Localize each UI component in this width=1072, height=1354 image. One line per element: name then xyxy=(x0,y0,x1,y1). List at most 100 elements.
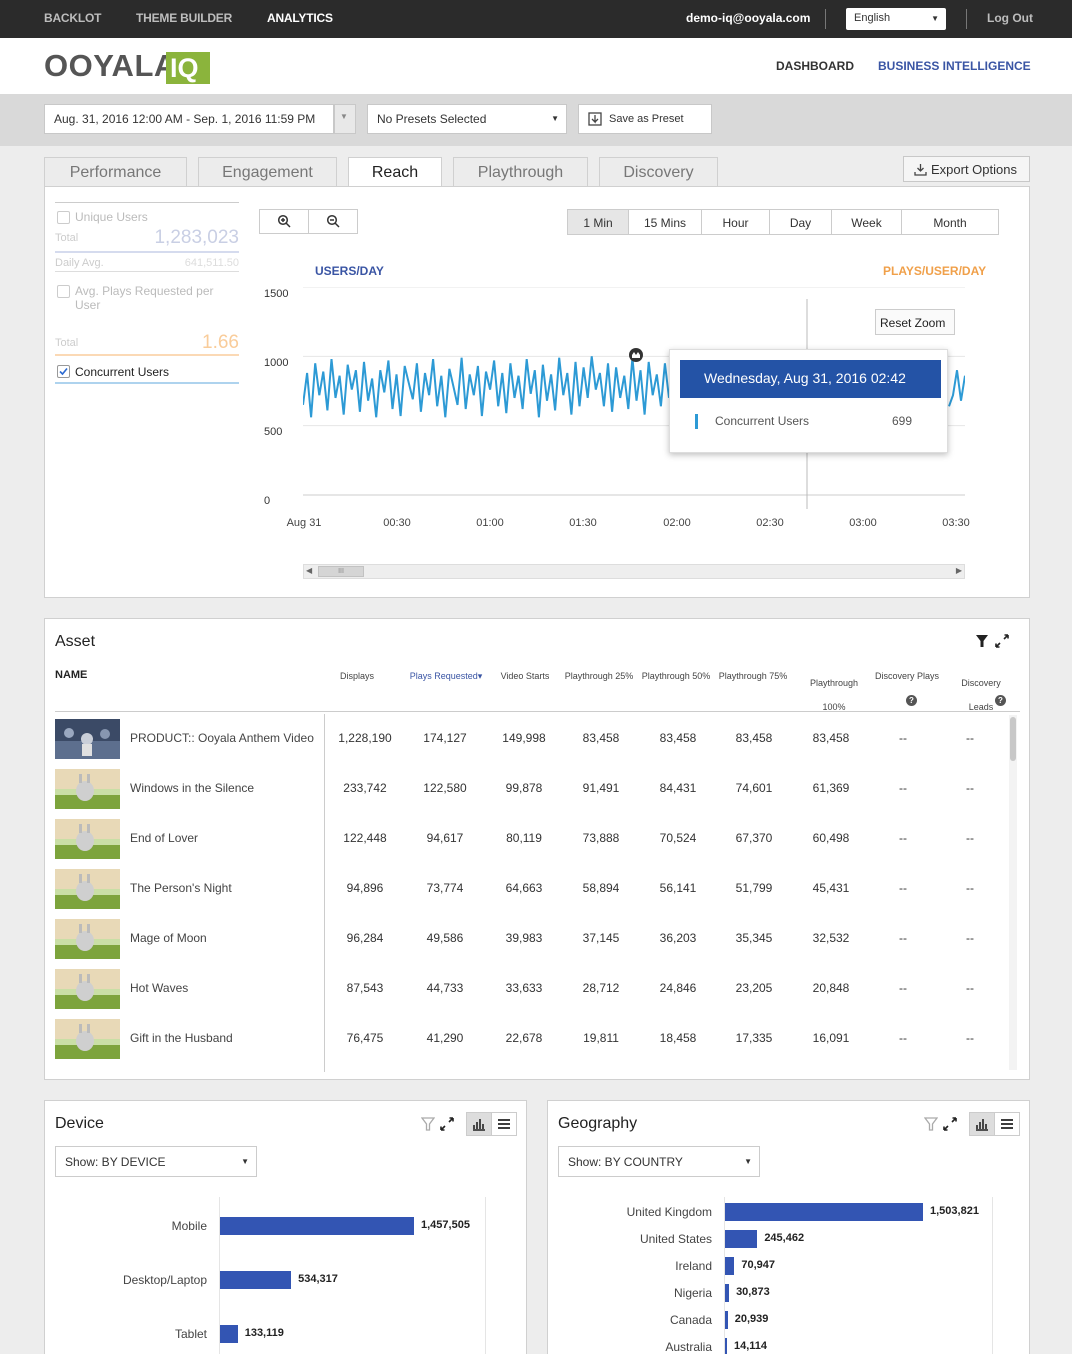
table-view-button[interactable] xyxy=(491,1112,517,1136)
presets-select[interactable]: No Presets Selected ▼ xyxy=(367,104,567,134)
bar[interactable] xyxy=(725,1230,758,1248)
scroll-right-icon[interactable]: ▶ xyxy=(956,566,962,575)
tab-playthrough[interactable]: Playthrough xyxy=(453,157,588,187)
table-row[interactable]: The Person's Night 94,896 73,774 64,663 … xyxy=(55,869,1010,919)
granularity-week[interactable]: Week xyxy=(832,209,902,235)
asset-name[interactable]: Windows in the Silence xyxy=(130,781,254,795)
chart-horizontal-scrollbar[interactable]: ◀ III ▶ xyxy=(303,564,965,579)
reset-zoom-button[interactable]: Reset Zoom xyxy=(875,309,955,335)
zoom-in-button[interactable] xyxy=(259,209,309,234)
asset-name[interactable]: Hot Waves xyxy=(130,981,188,995)
cell: 70,524 xyxy=(659,831,697,845)
tab-reach[interactable]: Reach xyxy=(348,157,442,188)
table-row[interactable]: Hot Waves 87,543 44,733 33,633 28,712 24… xyxy=(55,969,1010,1019)
header-link-dashboard[interactable]: DASHBOARD xyxy=(776,59,854,73)
tab-engagement[interactable]: Engagement xyxy=(198,157,337,187)
table-row[interactable]: Gift in the Husband 76,475 41,290 22,678… xyxy=(55,1019,1010,1069)
caret-down-icon: ▼ xyxy=(931,14,939,23)
download-icon xyxy=(914,164,927,176)
asset-name[interactable]: End of Lover xyxy=(130,831,198,845)
asset-name[interactable]: Mage of Moon xyxy=(130,931,207,945)
user-email[interactable]: demo-iq@ooyala.com xyxy=(686,11,810,25)
col-header-video-starts[interactable]: Video Starts xyxy=(495,671,555,681)
tab-performance[interactable]: Performance xyxy=(44,157,187,187)
expand-icon[interactable] xyxy=(994,633,1010,649)
device-show-select[interactable]: Show: BY DEVICE ▼ xyxy=(55,1146,257,1177)
avg-plays-checkbox[interactable] xyxy=(57,285,70,298)
table-row[interactable]: Windows in the Silence 233,742 122,580 9… xyxy=(55,769,1010,819)
scroll-left-icon[interactable]: ◀ xyxy=(306,566,312,575)
nav-analytics[interactable]: ANALYTICS xyxy=(267,11,333,25)
bar[interactable] xyxy=(725,1311,728,1329)
export-options-button[interactable]: Export Options xyxy=(903,156,1030,182)
asset-name[interactable]: The Person's Night xyxy=(130,881,232,895)
x-tick-label: 03:30 xyxy=(942,517,970,529)
table-row[interactable]: Mage of Moon 96,284 49,586 39,983 37,145… xyxy=(55,919,1010,969)
cell: 233,742 xyxy=(343,781,387,795)
table-row[interactable]: End of Lover 122,448 94,617 80,119 73,88… xyxy=(55,819,1010,869)
granularity-day[interactable]: Day xyxy=(770,209,832,235)
cell: 19,811 xyxy=(583,1031,619,1045)
x-tick-label: 01:00 xyxy=(476,517,504,529)
filter-icon[interactable] xyxy=(975,634,989,648)
scrollbar-thumb[interactable]: III xyxy=(318,566,364,577)
save-preset-button[interactable]: Save as Preset xyxy=(578,104,712,134)
expand-icon[interactable] xyxy=(942,1116,958,1132)
geography-show-value: Show: BY COUNTRY xyxy=(568,1155,683,1169)
logo-wordmark[interactable]: OOYALA xyxy=(44,48,177,84)
bar-label: Canada xyxy=(669,1313,712,1327)
nav-backlot[interactable]: BACKLOT xyxy=(44,11,101,25)
cell: -- xyxy=(966,931,974,945)
asset-name[interactable]: PRODUCT:: Ooyala Anthem Video xyxy=(130,731,314,745)
col-header-discovery-plays[interactable]: Discovery Plays xyxy=(871,671,943,681)
export-options-label: Export Options xyxy=(931,162,1017,177)
asset-name[interactable]: Gift in the Husband xyxy=(130,1031,233,1045)
table-scrollbar[interactable] xyxy=(1009,715,1017,1070)
bar-chart-view-button[interactable] xyxy=(466,1112,492,1136)
date-range-input[interactable]: Aug. 31, 2016 12:00 AM - Sep. 1, 2016 11… xyxy=(44,104,334,134)
geography-show-select[interactable]: Show: BY COUNTRY ▼ xyxy=(558,1146,760,1177)
concurrent-users-checkbox[interactable] xyxy=(57,365,70,378)
header-link-business-intelligence[interactable]: BUSINESS INTELLIGENCE xyxy=(878,59,1031,73)
unique-users-checkbox[interactable] xyxy=(57,211,70,224)
language-select[interactable]: English ▼ xyxy=(846,8,946,30)
filter-icon[interactable] xyxy=(924,1117,938,1131)
table-row[interactable]: PRODUCT:: Ooyala Anthem Video 1,228,190 … xyxy=(55,719,1010,769)
date-range-dropdown-button[interactable]: ▼ xyxy=(334,104,356,134)
table-scrollbar-thumb[interactable] xyxy=(1010,717,1016,761)
bar[interactable] xyxy=(725,1257,735,1275)
granularity-month[interactable]: Month xyxy=(902,209,999,235)
nav-theme-builder[interactable]: THEME BUILDER xyxy=(136,11,232,25)
avg-plays-label: Avg. Plays Requested per User xyxy=(75,284,214,312)
help-icon[interactable]: ? xyxy=(995,695,1006,706)
cell: 122,580 xyxy=(423,781,467,795)
logout-link[interactable]: Log Out xyxy=(987,11,1033,25)
caret-down-icon: ▼ xyxy=(340,112,348,121)
bar[interactable] xyxy=(725,1284,730,1302)
cell: 58,894 xyxy=(582,881,620,895)
bar-chart-view-button[interactable] xyxy=(969,1112,995,1136)
bar[interactable] xyxy=(220,1271,292,1289)
bar[interactable] xyxy=(220,1217,414,1235)
granularity-1-min[interactable]: 1 Min xyxy=(567,209,629,235)
col-header-plays-requested[interactable]: Plays Requested▾ xyxy=(403,671,489,682)
tab-discovery[interactable]: Discovery xyxy=(599,157,718,187)
bar[interactable] xyxy=(725,1203,923,1221)
filter-icon[interactable] xyxy=(421,1117,435,1131)
zoom-out-button[interactable] xyxy=(308,209,358,234)
col-header-playthrough-50[interactable]: Playthrough 50% xyxy=(639,671,713,681)
col-header-playthrough-75[interactable]: Playthrough 75% xyxy=(716,671,790,681)
bar[interactable] xyxy=(220,1325,238,1343)
zoom-out-icon xyxy=(326,214,340,228)
expand-icon[interactable] xyxy=(439,1116,455,1132)
cell: -- xyxy=(899,931,907,945)
granularity-hour[interactable]: Hour xyxy=(702,209,770,235)
x-tick-label: Aug 31 xyxy=(286,517,322,529)
cell: 94,896 xyxy=(346,881,384,895)
bar[interactable] xyxy=(725,1338,727,1354)
table-view-button[interactable] xyxy=(994,1112,1020,1136)
col-header-playthrough-25[interactable]: Playthrough 25% xyxy=(562,671,636,681)
col-header-displays[interactable]: Displays xyxy=(327,671,387,681)
granularity-15-mins[interactable]: 15 Mins xyxy=(629,209,702,235)
help-icon[interactable]: ? xyxy=(906,695,917,706)
